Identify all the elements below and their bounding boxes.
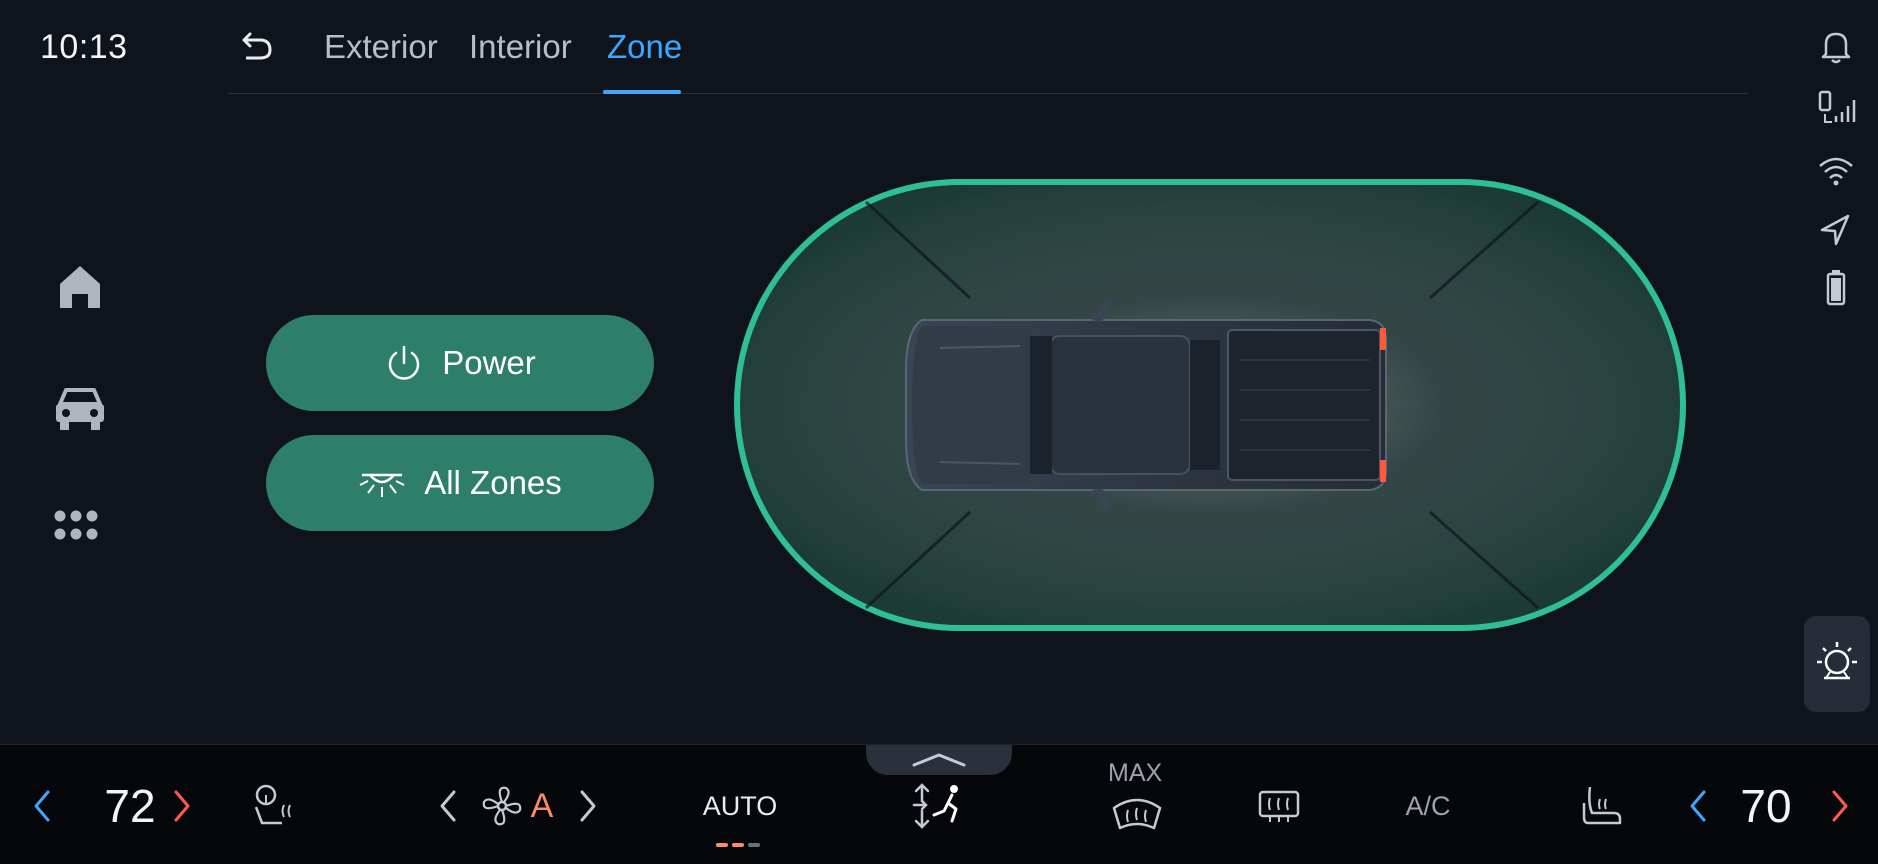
car-icon[interactable] bbox=[52, 380, 108, 436]
auto-level-dots bbox=[716, 843, 760, 847]
wifi-icon bbox=[1816, 150, 1856, 190]
tab-exterior[interactable]: Exterior bbox=[324, 28, 438, 66]
auto-button[interactable]: AUTO bbox=[692, 781, 788, 831]
fan-down-button[interactable] bbox=[434, 781, 462, 831]
heated-steering-icon[interactable] bbox=[248, 781, 298, 831]
apps-grid-icon[interactable] bbox=[52, 500, 108, 556]
bell-icon[interactable] bbox=[1816, 26, 1856, 66]
rear-defrost-icon[interactable] bbox=[1256, 781, 1302, 831]
zone-lighting-map bbox=[730, 170, 1690, 640]
chevron-up-icon[interactable] bbox=[866, 745, 1012, 775]
fan-icon bbox=[478, 781, 526, 831]
battery-icon bbox=[1816, 268, 1856, 308]
navigation-arrow-icon bbox=[1816, 210, 1856, 250]
passenger-temp-up-button[interactable] bbox=[1826, 781, 1854, 831]
truck-top-view bbox=[905, 298, 1387, 512]
zone-light-icon bbox=[358, 463, 406, 503]
passenger-temp-down-button[interactable] bbox=[1684, 781, 1712, 831]
home-icon[interactable] bbox=[52, 258, 108, 314]
power-icon bbox=[384, 343, 424, 383]
all-zones-label: All Zones bbox=[424, 464, 562, 501]
ac-button[interactable]: A/C bbox=[1398, 781, 1458, 831]
top-tab-bar: Exterior Interior Zone bbox=[228, 0, 1748, 94]
tab-interior[interactable]: Interior bbox=[469, 28, 572, 66]
active-tab-indicator bbox=[603, 90, 681, 94]
back-arrow-icon[interactable] bbox=[236, 30, 276, 64]
power-button[interactable]: Power bbox=[266, 315, 654, 411]
airflow-mode-icon[interactable] bbox=[910, 781, 966, 831]
heated-seat-icon[interactable] bbox=[1580, 781, 1624, 831]
light-bulb-icon[interactable] bbox=[1804, 616, 1870, 712]
fan-auto-indicator: A bbox=[530, 786, 554, 825]
tab-zone[interactable]: Zone bbox=[607, 28, 682, 66]
driver-temp: 72 bbox=[104, 780, 156, 832]
passenger-temp: 70 bbox=[1740, 780, 1792, 832]
fan-up-button[interactable] bbox=[574, 781, 602, 831]
driver-temp-up-button[interactable] bbox=[168, 781, 196, 831]
max-defrost-icon[interactable] bbox=[1110, 789, 1164, 839]
max-defrost-label: MAX bbox=[1108, 759, 1163, 787]
phone-signal-icon bbox=[1816, 88, 1856, 128]
driver-temp-down-button[interactable] bbox=[28, 781, 56, 831]
all-zones-button[interactable]: All Zones bbox=[266, 435, 654, 531]
clock: 10:13 bbox=[40, 28, 128, 66]
power-label: Power bbox=[442, 344, 536, 381]
climate-bar: 72 A AUTO MAX A/C 70 bbox=[0, 744, 1878, 864]
